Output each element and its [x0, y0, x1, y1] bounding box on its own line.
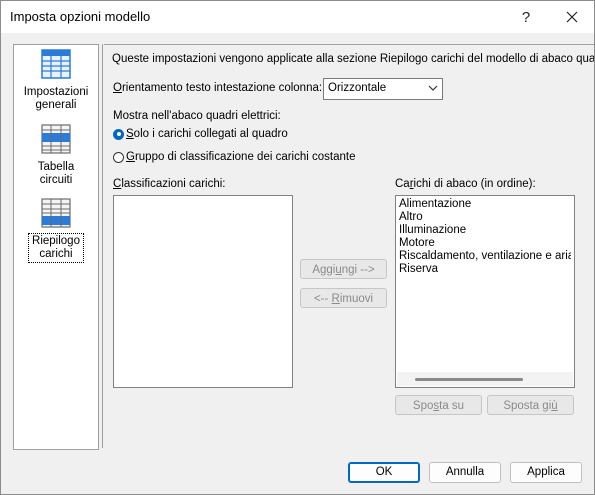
- help-icon: ?: [521, 8, 531, 26]
- orientation-label: Orientamento testo intestazione colonna:: [113, 82, 323, 94]
- radio-classification-group-label: Gruppo di classificazione dei carichi co…: [126, 151, 356, 163]
- nav-item-circuit-table[interactable]: Tabella circuiti: [14, 123, 98, 187]
- show-in-schedule-label: Mostra nell'abaco quadri elettrici:: [113, 110, 281, 122]
- remove-button[interactable]: <-- Rimuovi: [300, 288, 387, 308]
- nav-label-line1: Impostazioni: [23, 86, 89, 98]
- list-item[interactable]: Alimentazione: [399, 198, 471, 210]
- close-button[interactable]: [552, 1, 592, 33]
- close-icon: [566, 11, 578, 23]
- list-item[interactable]: Riscaldamento, ventilazione e aria condi…: [399, 250, 571, 262]
- list-item[interactable]: Motore: [399, 237, 435, 249]
- radio-button-checked[interactable]: [113, 128, 124, 140]
- nav-label-line1: Riepilogo: [32, 235, 80, 247]
- panel-description: Queste impostazioni vengono applicate al…: [112, 53, 594, 65]
- window-title: Imposta opzioni modello: [10, 9, 151, 24]
- dialog-window: Imposta opzioni modello ? Impostazioni ge…: [0, 0, 595, 495]
- circuit-table-icon: [41, 124, 71, 154]
- list-item[interactable]: Altro: [399, 211, 423, 223]
- nav-item-general-settings[interactable]: Impostazioni generali: [14, 48, 98, 112]
- apply-button[interactable]: Applica: [510, 462, 582, 483]
- loads-label: Carichi di abaco (in ordine):: [395, 178, 536, 190]
- panel-divider: [102, 44, 103, 448]
- nav-item-load-summary[interactable]: Riepilogo carichi: [14, 197, 98, 263]
- radio-classification-group[interactable]: Gruppo di classificazione dei carichi co…: [113, 151, 356, 163]
- classifications-listbox[interactable]: [113, 195, 293, 388]
- add-button[interactable]: Aggiungi -->: [300, 259, 387, 279]
- help-button[interactable]: ?: [506, 1, 546, 33]
- settings-table-icon: [41, 49, 71, 79]
- radio-connected-loads-label: Solo i carichi collegati al quadro: [126, 128, 288, 140]
- classifications-label: Classificazioni carichi:: [113, 178, 226, 190]
- nav-label-line2: circuiti: [39, 174, 73, 186]
- radio-connected-loads[interactable]: Solo i carichi collegati al quadro: [113, 128, 288, 140]
- title-bar: Imposta opzioni modello ?: [1, 1, 594, 33]
- chevron-down-icon: [428, 85, 438, 91]
- orientation-dropdown[interactable]: Orizzontale: [323, 78, 443, 100]
- scrollbar-thumb[interactable]: [415, 378, 523, 381]
- nav-label-line2: carichi: [39, 248, 73, 260]
- ok-button[interactable]: OK: [348, 462, 420, 483]
- load-summary-icon: [41, 198, 71, 228]
- move-up-button[interactable]: Sposta su: [395, 395, 482, 415]
- list-item[interactable]: Illuminazione: [399, 224, 466, 236]
- radio-button-unchecked[interactable]: [113, 151, 124, 163]
- loads-listbox[interactable]: Alimentazione Altro Illuminazione Motore…: [395, 195, 575, 388]
- orientation-value: Orizzontale: [328, 82, 387, 94]
- horizontal-scrollbar[interactable]: [397, 372, 573, 386]
- category-nav: Impostazioni generali Tabella circuiti Rie…: [13, 44, 99, 450]
- move-down-button[interactable]: Sposta giù: [487, 395, 574, 415]
- cancel-button[interactable]: Annulla: [429, 462, 501, 483]
- nav-label-line1: Tabella: [37, 161, 75, 173]
- list-item[interactable]: Riserva: [399, 263, 438, 275]
- nav-label-line2: generali: [35, 99, 77, 111]
